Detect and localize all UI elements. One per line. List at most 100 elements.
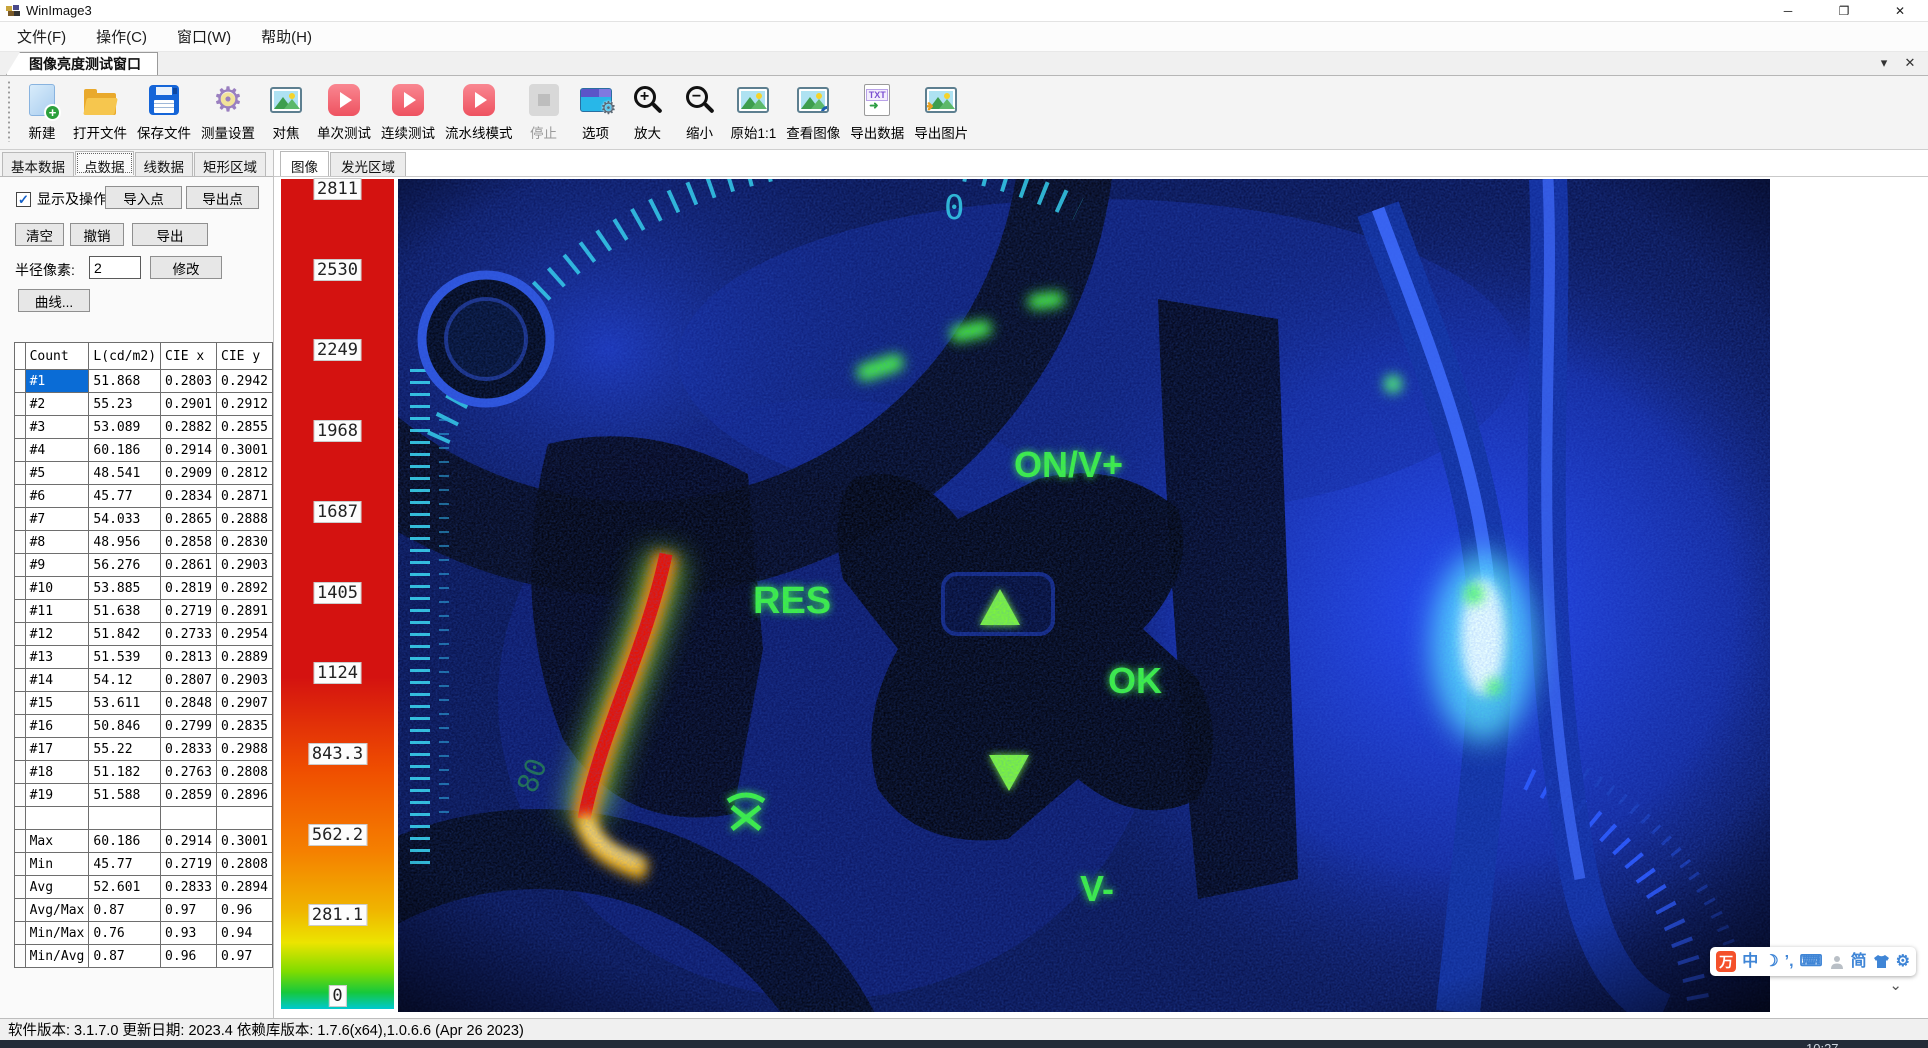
table-cell[interactable]: 0.2901: [161, 393, 217, 416]
table-cell[interactable]: 0.2861: [161, 554, 217, 577]
table-cell[interactable]: 0.2942: [217, 370, 273, 393]
table-cell[interactable]: 0.3001: [217, 830, 273, 853]
toolbar-gripper[interactable]: [7, 80, 11, 142]
table-row[interactable]: #754.0330.28650.2888: [15, 508, 273, 531]
table-cell[interactable]: #8: [25, 531, 89, 554]
row-gutter[interactable]: [15, 715, 26, 738]
menu-window[interactable]: 窗口(W): [164, 22, 244, 51]
table-cell[interactable]: #14: [25, 669, 89, 692]
table-row[interactable]: #1351.5390.28130.2889: [15, 646, 273, 669]
table-cell[interactable]: 0.87: [89, 945, 161, 968]
table-cell[interactable]: 60.186: [89, 830, 161, 853]
table-cell[interactable]: 0.2912: [217, 393, 273, 416]
tab-rect-region[interactable]: 矩形区域: [194, 152, 266, 176]
table-cell[interactable]: #1: [25, 370, 89, 393]
table-cell[interactable]: [25, 807, 89, 830]
table-cell[interactable]: 0.2813: [161, 646, 217, 669]
row-gutter[interactable]: [15, 761, 26, 784]
table-row[interactable]: Min/Max0.760.930.94: [15, 922, 273, 945]
row-gutter[interactable]: [15, 830, 26, 853]
new-button[interactable]: + 新建: [16, 76, 68, 142]
row-gutter[interactable]: [15, 623, 26, 646]
row-gutter[interactable]: [15, 945, 26, 968]
table-cell[interactable]: 0.76: [89, 922, 161, 945]
table-cell[interactable]: 0.2954: [217, 623, 273, 646]
night-mode-icon[interactable]: ☽: [1764, 954, 1778, 970]
table-row[interactable]: Max60.1860.29140.3001: [15, 830, 273, 853]
ime-logo-icon[interactable]: 万: [1716, 951, 1736, 972]
simplified-icon[interactable]: 简: [1851, 954, 1867, 970]
table-cell[interactable]: 55.23: [89, 393, 161, 416]
row-gutter[interactable]: [15, 462, 26, 485]
table-cell[interactable]: #17: [25, 738, 89, 761]
table-row[interactable]: #1755.220.28330.2988: [15, 738, 273, 761]
table-row[interactable]: #848.9560.28580.2830: [15, 531, 273, 554]
table-row[interactable]: #645.770.28340.2871: [15, 485, 273, 508]
radius-input[interactable]: 2: [89, 256, 141, 279]
tab-image[interactable]: 图像: [280, 151, 329, 178]
table-cell[interactable]: 0.2719: [161, 853, 217, 876]
row-gutter[interactable]: [15, 853, 26, 876]
table-cell[interactable]: 0.2835: [217, 715, 273, 738]
row-gutter[interactable]: [15, 669, 26, 692]
table-cell[interactable]: 0.2896: [217, 784, 273, 807]
table-cell[interactable]: #6: [25, 485, 89, 508]
table-cell[interactable]: 0.2858: [161, 531, 217, 554]
table-cell[interactable]: #18: [25, 761, 89, 784]
import-points-button[interactable]: 导入点: [105, 186, 182, 209]
table-cell[interactable]: 0.2819: [161, 577, 217, 600]
table-row[interactable]: [15, 807, 273, 830]
table-cell[interactable]: Avg: [25, 876, 89, 899]
row-gutter[interactable]: [15, 899, 26, 922]
row-gutter[interactable]: [15, 370, 26, 393]
table-row[interactable]: #255.230.29010.2912: [15, 393, 273, 416]
table-cell[interactable]: #16: [25, 715, 89, 738]
table-cell[interactable]: 0.96: [217, 899, 273, 922]
table-cell[interactable]: 0.2914: [161, 830, 217, 853]
table-cell[interactable]: 0.2882: [161, 416, 217, 439]
table-cell[interactable]: 0.2865: [161, 508, 217, 531]
table-cell[interactable]: 0.2907: [217, 692, 273, 715]
table-cell[interactable]: 51.182: [89, 761, 161, 784]
modify-button[interactable]: 修改: [150, 256, 222, 279]
skin-shirt-icon[interactable]: [1873, 954, 1890, 969]
table-row[interactable]: #1454.120.28070.2903: [15, 669, 273, 692]
table-row[interactable]: #151.8680.28030.2942: [15, 370, 273, 393]
view-image-button[interactable]: 查看图像: [781, 76, 845, 142]
table-cell[interactable]: 0.2830: [217, 531, 273, 554]
row-gutter[interactable]: [15, 876, 26, 899]
export-image-button[interactable]: ➜ 导出图片: [909, 76, 973, 142]
table-cell[interactable]: 0.2891: [217, 600, 273, 623]
tab-line-data[interactable]: 线数据: [135, 152, 194, 176]
menu-file[interactable]: 文件(F): [4, 22, 79, 51]
minimize-button[interactable]: ─: [1760, 0, 1816, 22]
table-cell[interactable]: 0.97: [217, 945, 273, 968]
table-cell[interactable]: 51.539: [89, 646, 161, 669]
table-cell[interactable]: #10: [25, 577, 89, 600]
ime-settings-icon[interactable]: ⚙: [1896, 954, 1910, 970]
tab-close-icon[interactable]: ✕: [1900, 55, 1920, 71]
table-cell[interactable]: #12: [25, 623, 89, 646]
row-gutter[interactable]: [15, 738, 26, 761]
row-gutter[interactable]: [15, 600, 26, 623]
table-row[interactable]: #1151.6380.27190.2891: [15, 600, 273, 623]
continuous-test-button[interactable]: 连续测试: [376, 76, 440, 142]
table-cell[interactable]: Avg/Max: [25, 899, 89, 922]
table-cell[interactable]: 0.2903: [217, 669, 273, 692]
export-data-button[interactable]: TXT➜ 导出数据: [845, 76, 909, 142]
row-gutter[interactable]: [15, 416, 26, 439]
options-button[interactable]: ⚙ 选项: [570, 76, 622, 142]
table-cell[interactable]: [89, 807, 161, 830]
table-cell[interactable]: #5: [25, 462, 89, 485]
table-cell[interactable]: #2: [25, 393, 89, 416]
col-count[interactable]: Count: [25, 343, 89, 370]
close-button[interactable]: ✕: [1872, 0, 1928, 22]
clear-button[interactable]: 清空: [15, 223, 64, 246]
table-cell[interactable]: 0.2894: [217, 876, 273, 899]
table-cell[interactable]: 0.2855: [217, 416, 273, 439]
table-cell[interactable]: #7: [25, 508, 89, 531]
pipeline-mode-button[interactable]: 流水线模式: [440, 76, 518, 142]
table-cell[interactable]: 0.2812: [217, 462, 273, 485]
table-cell[interactable]: 54.12: [89, 669, 161, 692]
table-cell[interactable]: 0.2888: [217, 508, 273, 531]
